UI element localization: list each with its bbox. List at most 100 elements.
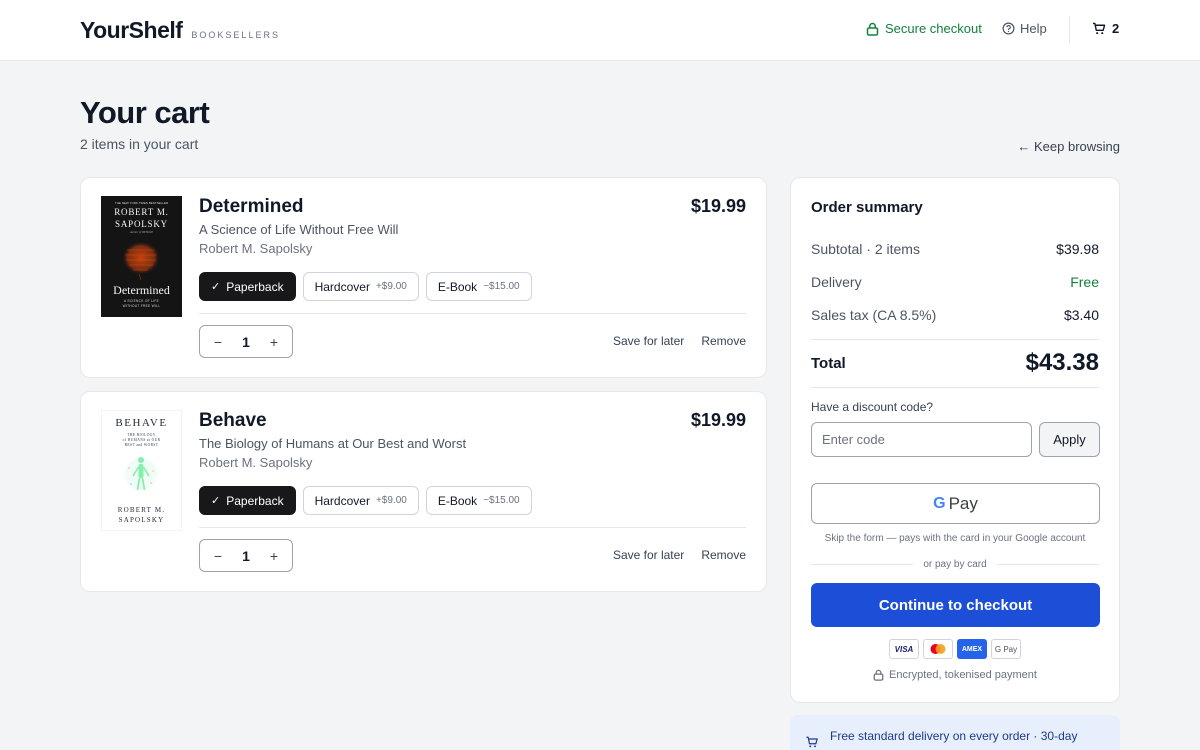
total-label: Total xyxy=(811,355,846,372)
format-label: Hardcover xyxy=(314,279,370,294)
format-price-modifier: +$9.00 xyxy=(375,281,407,292)
truck-icon xyxy=(806,736,818,748)
free-delivery-banner: Free standard delivery on every order · … xyxy=(790,715,1120,750)
quantity-increment-button[interactable]: + xyxy=(268,548,280,564)
google-g-icon: G xyxy=(933,494,946,512)
subtotal-label: Subtotal · 2 items xyxy=(811,241,920,257)
item-title[interactable]: Behave xyxy=(199,410,267,432)
cart-item: THE NEW YORK TIMES BESTSELLER ROBERT M. … xyxy=(80,177,767,378)
format-option-hardcover[interactable]: Hardcover +$9.00 xyxy=(302,272,419,301)
save-for-later-button[interactable]: Save for later xyxy=(613,334,684,348)
check-icon: ✓ xyxy=(211,495,221,507)
cover-title: BEHAVE xyxy=(115,417,167,429)
format-option-paperback[interactable]: ✓ Paperback xyxy=(199,486,296,515)
format-label: Paperback xyxy=(226,279,284,294)
brand-name: YourShelf xyxy=(80,17,183,43)
cover-tagline: BEST and WORST xyxy=(125,443,159,447)
cart-button[interactable]: 2 xyxy=(1092,21,1119,36)
item-actions: Save for later Remove xyxy=(613,334,746,348)
format-price-modifier: −$15.00 xyxy=(483,495,520,506)
google-pay-button[interactable]: G Pay xyxy=(811,483,1100,524)
tax-row: Sales tax (CA 8.5%) $3.40 xyxy=(811,307,1099,323)
cart-count: 2 xyxy=(1112,21,1120,36)
divider-line xyxy=(811,564,914,565)
item-divider xyxy=(199,313,746,314)
continue-to-checkout-button[interactable]: Continue to checkout xyxy=(811,583,1100,627)
item-subtitle: The Biology of Humans at Our Best and Wo… xyxy=(199,436,467,451)
item-divider xyxy=(199,527,746,528)
remove-button[interactable]: Remove xyxy=(701,548,746,562)
order-summary: Order summary Subtotal · 2 items $39.98 … xyxy=(790,177,1120,703)
subtotal-value: $39.98 xyxy=(1056,241,1099,257)
header-divider xyxy=(1069,16,1070,44)
discount-code-input[interactable] xyxy=(811,422,1032,457)
mastercard-icon xyxy=(923,639,953,659)
apply-discount-button[interactable]: Apply xyxy=(1039,422,1100,457)
visa-card-icon: VISA xyxy=(889,639,919,659)
quantity-increment-button[interactable]: + xyxy=(268,334,280,350)
format-selector: ✓ Paperback Hardcover +$9.00 E-Book −$15… xyxy=(199,272,539,301)
cover-author-line: SAPOLSKY xyxy=(115,219,168,229)
cover-tagline: THE BIOLOGY xyxy=(127,433,155,437)
google-pay-label: Pay xyxy=(948,493,978,513)
summary-divider xyxy=(811,339,1099,340)
tax-value: $3.40 xyxy=(1063,307,1099,323)
quantity-decrement-button[interactable]: − xyxy=(212,334,224,350)
or-pay-by-card-label: or pay by card xyxy=(923,559,987,570)
cover-author-line: ROBERT M. xyxy=(114,207,169,217)
format-option-hardcover[interactable]: Hardcover +$9.00 xyxy=(302,486,419,515)
delivery-value: Free xyxy=(1070,274,1099,290)
brand-subtitle: BOOKSELLERS xyxy=(191,30,280,40)
item-author: Robert M. Sapolsky xyxy=(199,455,313,470)
help-label: Help xyxy=(1020,21,1047,36)
total-value: $43.38 xyxy=(1025,349,1099,376)
cover-author-line: SAPOLSKY xyxy=(119,516,165,524)
remove-button[interactable]: Remove xyxy=(701,334,746,348)
format-option-ebook[interactable]: E-Book −$15.00 xyxy=(425,272,532,301)
book-cover-determined[interactable]: THE NEW YORK TIMES BESTSELLER ROBERT M. … xyxy=(101,196,182,317)
format-option-paperback[interactable]: ✓ Paperback xyxy=(199,272,296,301)
quantity-stepper: − 1 + xyxy=(199,325,293,358)
cart-icon xyxy=(1092,22,1106,35)
secure-checkout-label: Secure checkout xyxy=(885,21,982,36)
encryption-note: Encrypted, tokenised payment xyxy=(791,669,1119,681)
format-price-modifier: −$15.00 xyxy=(483,281,520,292)
delivery-row: Delivery Free xyxy=(811,274,1099,290)
save-for-later-button[interactable]: Save for later xyxy=(613,548,684,562)
format-option-ebook[interactable]: E-Book −$15.00 xyxy=(425,486,532,515)
quantity-stepper: − 1 + xyxy=(199,539,293,572)
quantity-decrement-button[interactable]: − xyxy=(212,548,224,564)
format-selector: ✓ Paperback Hardcover +$9.00 E-Book −$15… xyxy=(199,486,539,515)
help-link[interactable]: Help xyxy=(1002,21,1047,36)
cart-item-count: 2 items in your cart xyxy=(80,136,199,152)
cover-tagline: A SCIENCE OF LIFE xyxy=(124,299,159,303)
quantity-value: 1 xyxy=(242,333,250,350)
cover-tagline: WITHOUT FREE WILL xyxy=(123,304,161,308)
cover-title: Determined xyxy=(113,283,170,297)
item-price: $19.99 xyxy=(690,196,746,216)
format-label: Hardcover xyxy=(314,493,370,508)
format-price-modifier: +$9.00 xyxy=(375,495,407,506)
summary-divider xyxy=(811,387,1099,388)
item-subtitle: A Science of Life Without Free Will xyxy=(199,222,399,237)
format-label: E-Book xyxy=(437,493,478,508)
item-author: Robert M. Sapolsky xyxy=(199,241,313,256)
keep-browsing-link[interactable]: ← Keep browsing xyxy=(1017,139,1120,154)
delivery-label: Delivery xyxy=(811,274,862,290)
cover-author-line: ROBERT M. xyxy=(118,506,166,514)
check-icon: ✓ xyxy=(211,281,221,293)
secure-checkout-indicator: Secure checkout xyxy=(866,21,982,36)
brand-logo[interactable]: YourShelf BOOKSELLERS xyxy=(80,17,280,44)
divider-line xyxy=(996,564,1099,565)
free-delivery-text: Free standard delivery on every order · … xyxy=(830,729,1078,743)
subtotal-row: Subtotal · 2 items $39.98 xyxy=(811,241,1099,257)
pay-by-card-divider: or pay by card xyxy=(811,559,1099,570)
order-summary-title: Order summary xyxy=(811,199,923,216)
tax-label: Sales tax (CA 8.5%) xyxy=(811,307,937,323)
google-pay-card-icon: G Pay xyxy=(991,639,1021,659)
book-cover-behave[interactable]: BEHAVE THE BIOLOGY of HUMANS at OUR BEST… xyxy=(101,410,182,531)
lock-icon xyxy=(873,669,884,681)
item-title[interactable]: Determined xyxy=(199,196,304,218)
format-label: E-Book xyxy=(437,279,478,294)
page-title: Your cart xyxy=(80,95,210,130)
